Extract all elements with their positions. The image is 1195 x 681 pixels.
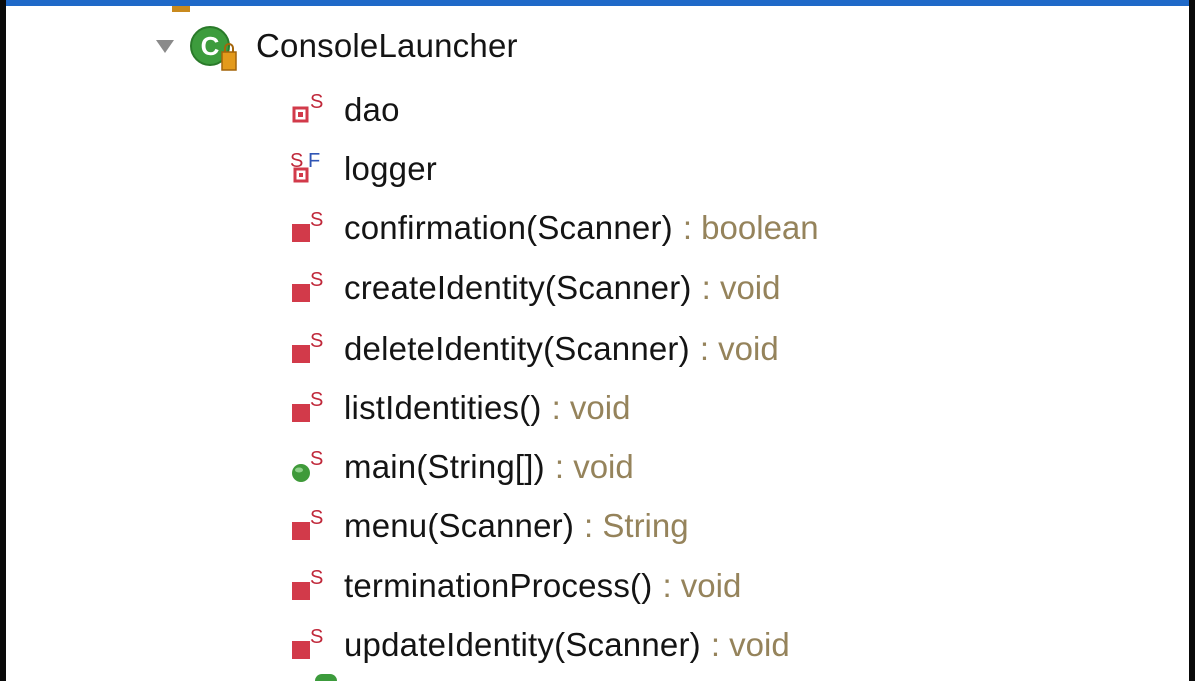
tree-item-listIdentities[interactable]: S listIdentities() : void <box>290 378 630 438</box>
expand-collapse-icon[interactable] <box>152 31 178 61</box>
outline-view: C ConsoleLauncher S dao S F logger S con… <box>0 0 1195 681</box>
member-label: logger <box>344 150 437 187</box>
svg-text:F: F <box>308 150 320 172</box>
class-icon: C <box>188 22 250 71</box>
class-name: ConsoleLauncher <box>256 27 518 64</box>
private-static-method-icon: S <box>290 264 338 312</box>
private-static-method-icon: S <box>290 502 338 550</box>
return-type: : void <box>551 389 631 426</box>
tree-item-deleteIdentity[interactable]: S deleteIdentity(Scanner) : void <box>290 319 779 379</box>
private-static-method-icon: S <box>290 562 338 610</box>
member-label: dao <box>344 91 400 128</box>
tree-item-dao[interactable]: S dao <box>290 80 400 140</box>
return-type: : void <box>710 626 790 663</box>
method-signature: listIdentities() <box>344 389 542 426</box>
tree-item-confirmation[interactable]: S confirmation(Scanner) : boolean <box>290 198 819 258</box>
private-static-method-icon: S <box>290 204 338 252</box>
return-type: : String <box>584 507 689 544</box>
tree-item-updateIdentity[interactable]: S updateIdentity(Scanner) : void <box>290 615 790 675</box>
method-signature: updateIdentity(Scanner) <box>344 626 701 663</box>
svg-text:S: S <box>310 269 323 291</box>
tree-item-createIdentity[interactable]: S createIdentity(Scanner) : void <box>290 258 780 318</box>
method-signature: menu(Scanner) <box>344 507 575 544</box>
method-signature: main(String[]) <box>344 448 545 485</box>
return-type: : void <box>662 567 742 604</box>
outline-tree: C ConsoleLauncher S dao S F logger S con… <box>0 0 1195 681</box>
tree-item-main[interactable]: S main(String[]) : void <box>290 437 634 497</box>
private-static-method-icon: S <box>290 325 338 373</box>
return-type: : void <box>701 269 781 306</box>
tree-item-menu[interactable]: S menu(Scanner) : String <box>290 496 689 556</box>
svg-text:S: S <box>310 330 323 352</box>
svg-text:S: S <box>310 626 323 648</box>
public-static-method-icon: S <box>290 443 338 491</box>
tree-item-terminationProcess[interactable]: S terminationProcess() : void <box>290 556 741 616</box>
next-item-icon-fragment <box>315 674 337 681</box>
svg-text:S: S <box>310 209 323 231</box>
method-signature: terminationProcess() <box>344 567 653 604</box>
private-static-final-field-icon: S F <box>290 145 338 193</box>
return-type: : void <box>554 448 634 485</box>
method-signature: deleteIdentity(Scanner) <box>344 330 690 367</box>
return-type: : boolean <box>682 209 819 246</box>
svg-text:S: S <box>310 567 323 589</box>
tree-node-class[interactable]: C ConsoleLauncher <box>152 16 518 76</box>
svg-text:C: C <box>201 31 220 61</box>
svg-text:S: S <box>310 448 323 470</box>
private-static-field-icon: S <box>290 86 338 134</box>
svg-text:S: S <box>310 507 323 529</box>
tree-item-logger[interactable]: S F logger <box>290 139 437 199</box>
private-static-method-icon: S <box>290 621 338 669</box>
method-signature: confirmation(Scanner) <box>344 209 673 246</box>
private-static-method-icon: S <box>290 384 338 432</box>
return-type: : void <box>699 330 779 367</box>
svg-text:S: S <box>310 389 323 411</box>
method-signature: createIdentity(Scanner) <box>344 269 692 306</box>
svg-text:S: S <box>310 91 323 113</box>
